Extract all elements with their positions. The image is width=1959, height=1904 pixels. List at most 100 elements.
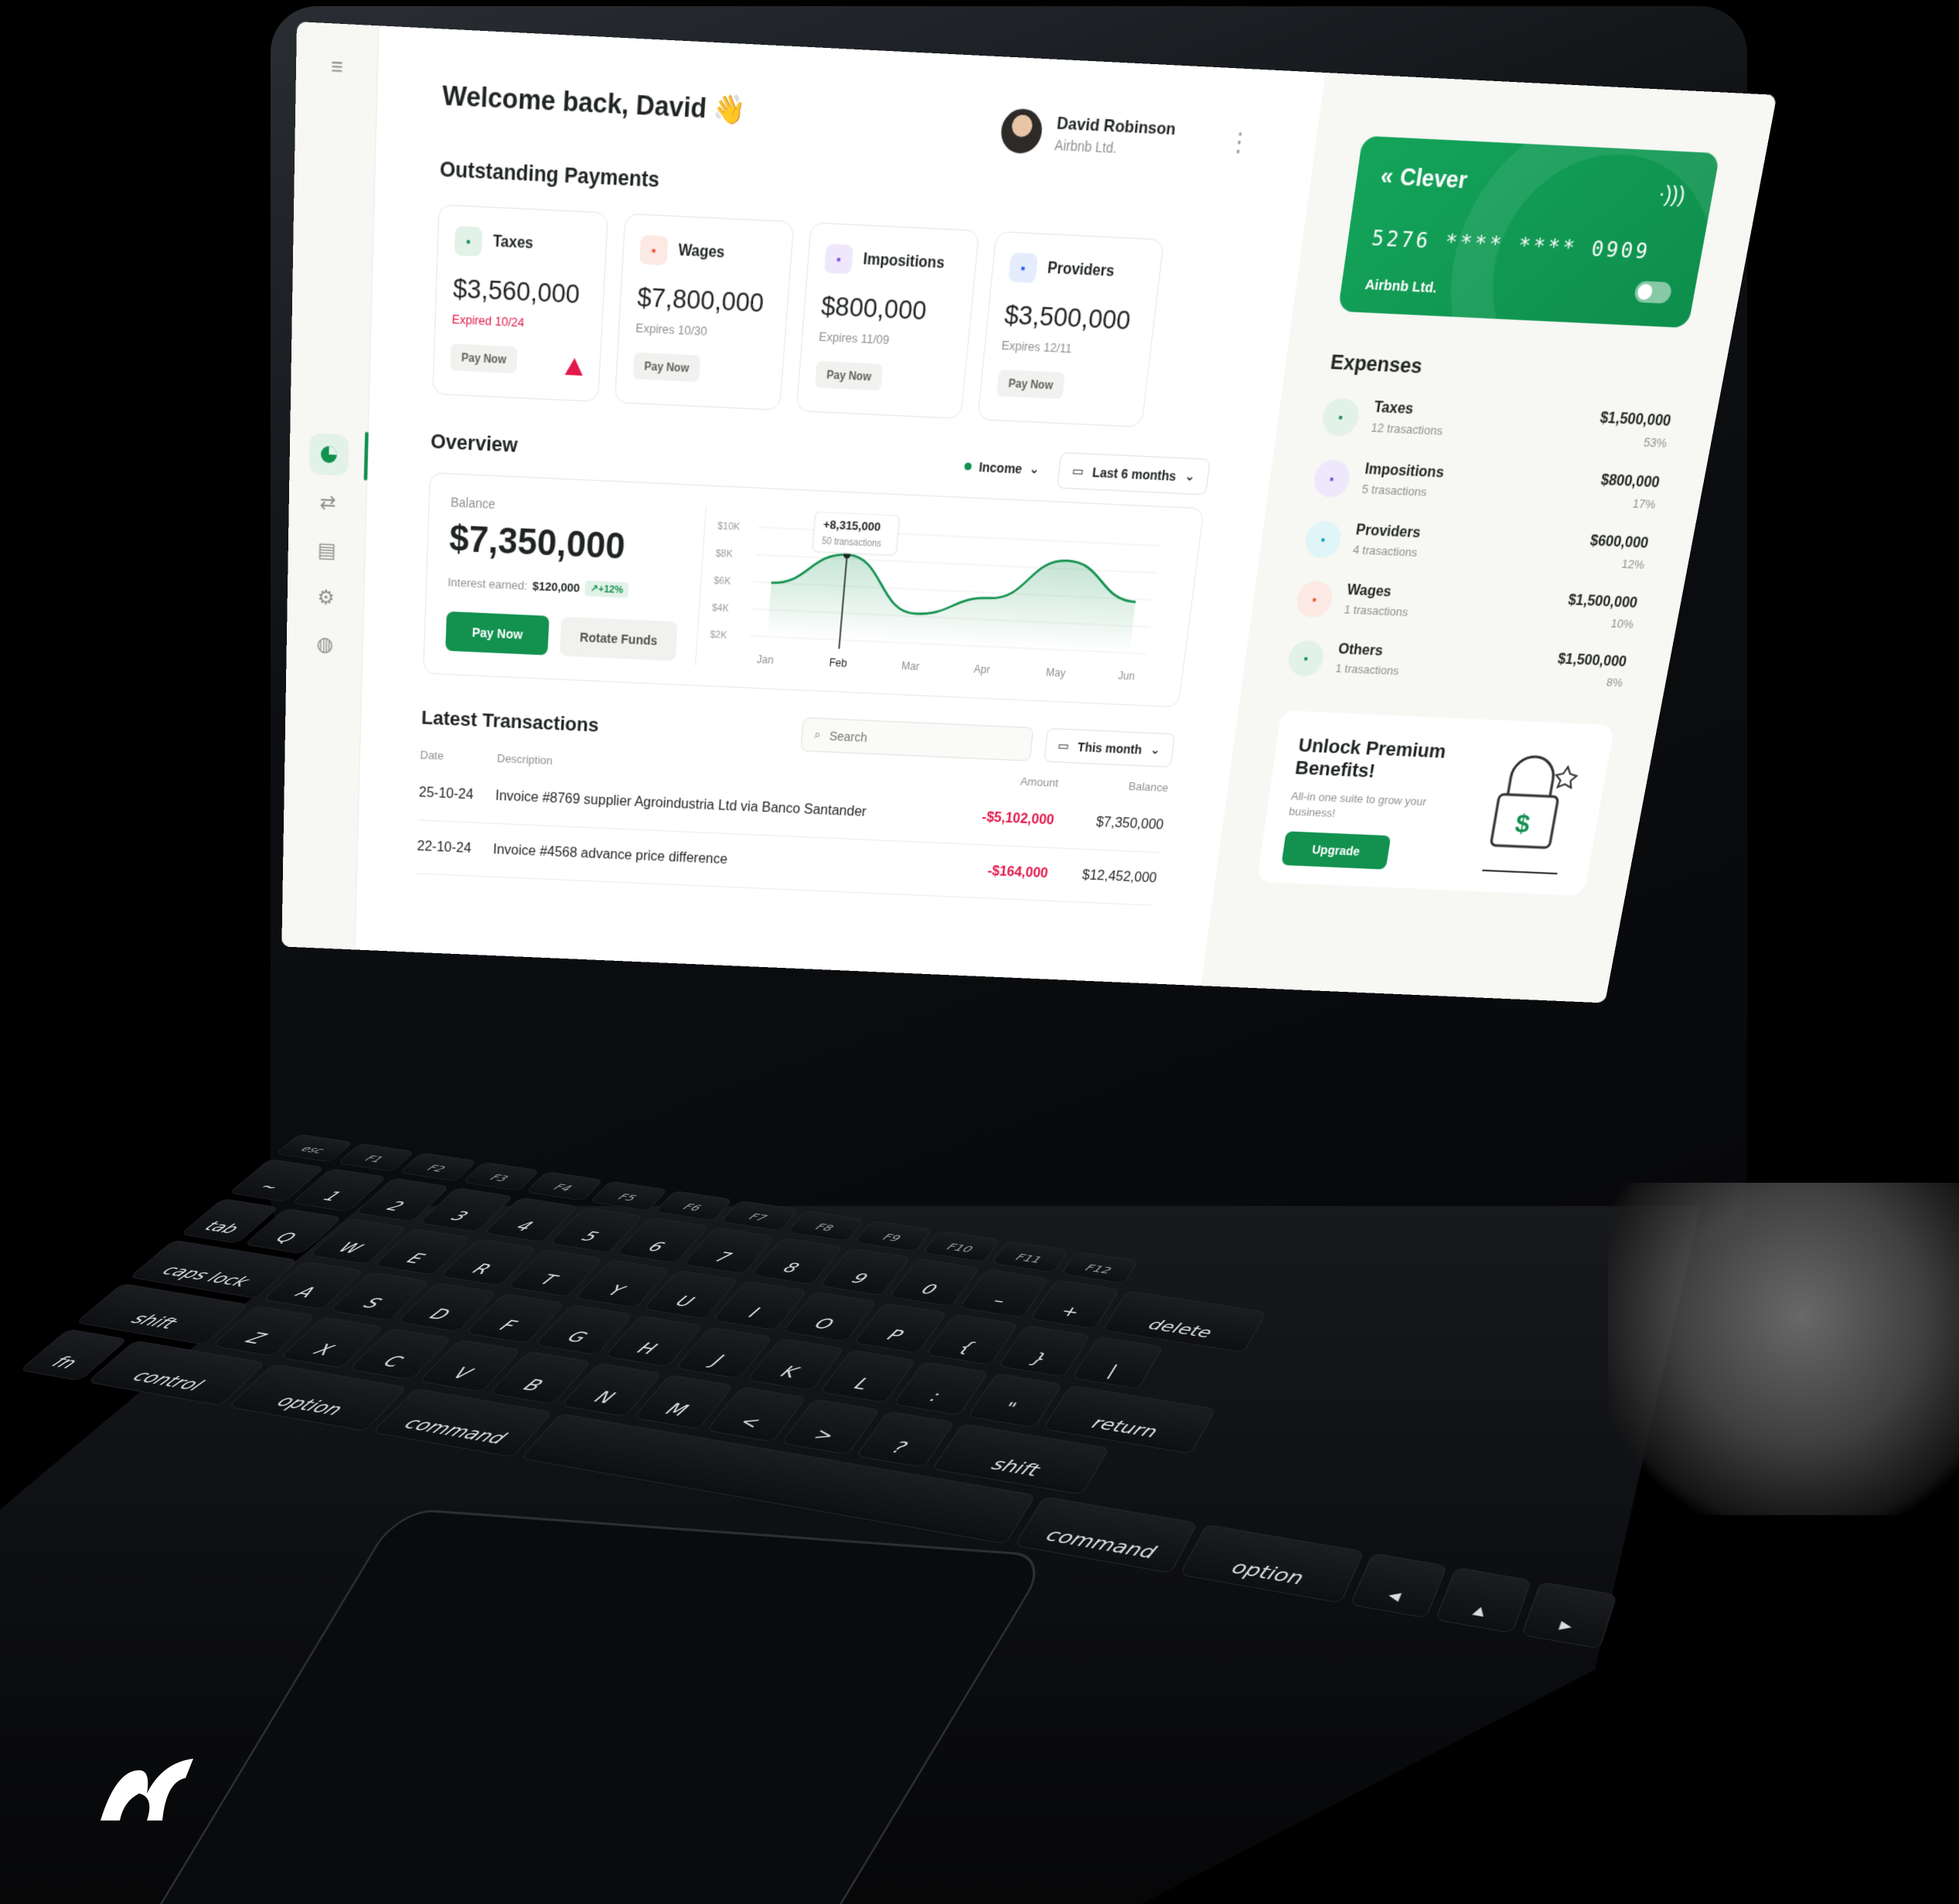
y-tick-label: $6K	[714, 574, 732, 587]
user-profile[interactable]: David Robinson Airbnb Ltd. ⋮	[997, 106, 1254, 167]
sidebar-item-settings[interactable]: ⚙	[306, 577, 346, 618]
expense-name: Impositions	[1364, 462, 1445, 482]
payment-card-taxes: ▪ Taxes $3,560,000 Expired 10/24 Pay Now	[432, 204, 608, 402]
pay-now-button[interactable]: Pay Now	[815, 361, 883, 390]
expense-count: 4 trasactions	[1352, 543, 1419, 559]
transactions-range-select[interactable]: ▭ This month ⌄	[1044, 728, 1176, 768]
wallet-icon: ▪	[639, 235, 668, 266]
premium-subtitle: All-in one suite to grow your business!	[1288, 789, 1444, 826]
more-options-icon[interactable]: ⋮	[1225, 126, 1253, 158]
chevron-down-icon: ⌄	[1150, 742, 1161, 758]
transactions-table: Date Description Amount Balance 25-10-24…	[416, 743, 1170, 906]
overview-title: Overview	[431, 429, 966, 479]
expense-percent: 17%	[1596, 495, 1657, 511]
gear-icon: ⚙	[317, 586, 335, 610]
dashboard-screen: ≡ ⇄ ▤ ⚙ ◍ Welcome back, David 👋 David Ro…	[281, 22, 1777, 1003]
sidebar-item-transfers[interactable]: ⇄	[308, 482, 347, 524]
payment-amount: $3,560,000	[452, 273, 588, 310]
pay-now-button[interactable]: Pay Now	[632, 353, 700, 383]
tx-date: 25-10-24	[418, 766, 497, 823]
clever-logo-icon: «	[1378, 163, 1395, 192]
interest-earned: Interest earned: $120,000 ↗+12%	[448, 574, 683, 601]
expense-providers-icon: ▪	[1303, 520, 1344, 558]
avatar[interactable]	[997, 106, 1045, 156]
overview-range-select[interactable]: ▭ Last 6 months ⌄	[1057, 452, 1211, 496]
expense-percent: 12%	[1586, 555, 1646, 571]
expense-name: Taxes	[1373, 400, 1447, 420]
search-box[interactable]: ⌕	[800, 717, 1034, 761]
outstanding-payments: ▪ Taxes $3,560,000 Expired 10/24 Pay Now…	[432, 204, 1238, 431]
key[interactable]: ▴	[1435, 1567, 1531, 1633]
list-item[interactable]: ▪ Others 1 trasactions $1,500,000 8%	[1283, 639, 1627, 709]
brand-logo-icon	[93, 1747, 201, 1832]
payment-card-wages: ▪ Wages $7,800,000 Expires 10/30 Pay Now	[615, 213, 795, 410]
chevron-down-icon: ⌄	[1184, 468, 1196, 485]
expense-name: Wages	[1346, 583, 1412, 602]
x-tick-label: Jan	[756, 654, 774, 666]
list-item[interactable]: ▪ Impositions 5 trasactions $800,000 17%	[1309, 459, 1661, 533]
sidebar-item-dashboard[interactable]	[309, 433, 349, 476]
expense-amount: $1,500,000	[1567, 593, 1639, 612]
key[interactable]: |	[1071, 1337, 1163, 1389]
tx-amount: -$5,102,000	[942, 789, 1057, 847]
payment-name: Impositions	[863, 251, 945, 273]
warning-icon	[565, 358, 584, 376]
payment-name: Providers	[1047, 261, 1116, 281]
key[interactable]: ◂	[1350, 1553, 1447, 1619]
payment-head: ▪ Providers	[1008, 253, 1145, 288]
expenses-list: ▪ Taxes 12 trasactions $1,500,000 53% ▪ …	[1283, 397, 1672, 710]
payment-card-impositions: ▪ Impositions $800,000 Expires 11/09 Pay…	[796, 222, 980, 419]
card-toggle[interactable]	[1634, 281, 1673, 304]
list-item[interactable]: ▪ Wages 1 trasactions $1,500,000 10%	[1292, 581, 1639, 652]
payment-card[interactable]: « Clever ·))) 5276 **** **** 0909 Airbnb…	[1338, 136, 1720, 329]
list-item[interactable]: ▪ Taxes 12 trasactions $1,500,000 53%	[1317, 397, 1672, 472]
balance-block: Balance $7,350,000 Interest earned: $120…	[445, 495, 707, 666]
pay-now-button[interactable]: Pay Now	[445, 611, 550, 656]
pay-now-button[interactable]: Pay Now	[450, 343, 517, 373]
payment-head: ▪ Impositions	[824, 244, 960, 279]
x-tick-label: Apr	[973, 663, 990, 676]
income-filter[interactable]: Income ⌄	[964, 458, 1041, 477]
expense-percent: 10%	[1563, 615, 1634, 631]
expense-wages-icon: ▪	[1295, 581, 1334, 618]
search-icon: ⌕	[813, 727, 821, 743]
card-holder: Airbnb Ltd.	[1364, 277, 1671, 308]
search-input[interactable]	[829, 728, 1000, 751]
x-tick-label: May	[1045, 667, 1066, 680]
sidebar-item-globe[interactable]: ◍	[305, 624, 344, 665]
pay-now-button[interactable]: Pay Now	[997, 370, 1065, 399]
rotate-funds-button[interactable]: Rotate Funds	[560, 617, 677, 662]
menu-icon[interactable]: ≡	[316, 43, 358, 90]
x-tick-label: Feb	[829, 657, 847, 669]
padlock-illustration-icon: $	[1465, 746, 1588, 878]
user-name: David Robinson	[1056, 113, 1177, 139]
series-area	[767, 547, 1140, 653]
expense-percent: 8%	[1553, 673, 1623, 690]
key[interactable]: ▸	[1521, 1582, 1617, 1649]
expense-taxes-icon: ▪	[1320, 397, 1361, 437]
swap-icon: ⇄	[319, 490, 336, 515]
list-item[interactable]: ▪ Providers 4 trasactions $600,000 12%	[1300, 520, 1650, 592]
col-date[interactable]: Date	[420, 743, 498, 770]
expense-count: 1 trasactions	[1334, 662, 1399, 678]
calendar-icon: ▭	[1057, 738, 1070, 754]
upload-icon: ▪	[1008, 253, 1038, 284]
premium-title: Unlock Premium Benefits!	[1293, 734, 1470, 788]
plus-box-icon: ▪	[824, 244, 853, 274]
sidebar-item-cards[interactable]: ▤	[307, 530, 346, 571]
user-org: Airbnb Ltd.	[1054, 136, 1174, 158]
expense-amount: $600,000	[1589, 533, 1650, 553]
y-tick-label: $4K	[711, 601, 730, 614]
card-number: 5276 **** **** 0909	[1370, 227, 1680, 266]
payment-expiry: Expires 10/30	[635, 321, 769, 342]
balance-amount: $7,350,000	[448, 519, 687, 571]
y-tick-label: $2K	[710, 628, 727, 640]
overview-panel: Balance $7,350,000 Interest earned: $120…	[423, 472, 1204, 707]
balance-chart: $10K $8K $6K $4K $2K +8,315,000 50 transaction…	[696, 506, 1180, 686]
chevron-down-icon: ⌄	[1028, 461, 1041, 477]
y-tick-label: $10K	[717, 519, 741, 532]
payment-amount: $800,000	[820, 291, 956, 328]
payment-name: Wages	[678, 243, 725, 263]
upgrade-button[interactable]: Upgrade	[1281, 831, 1391, 870]
calendar-icon: ▭	[1071, 463, 1085, 479]
